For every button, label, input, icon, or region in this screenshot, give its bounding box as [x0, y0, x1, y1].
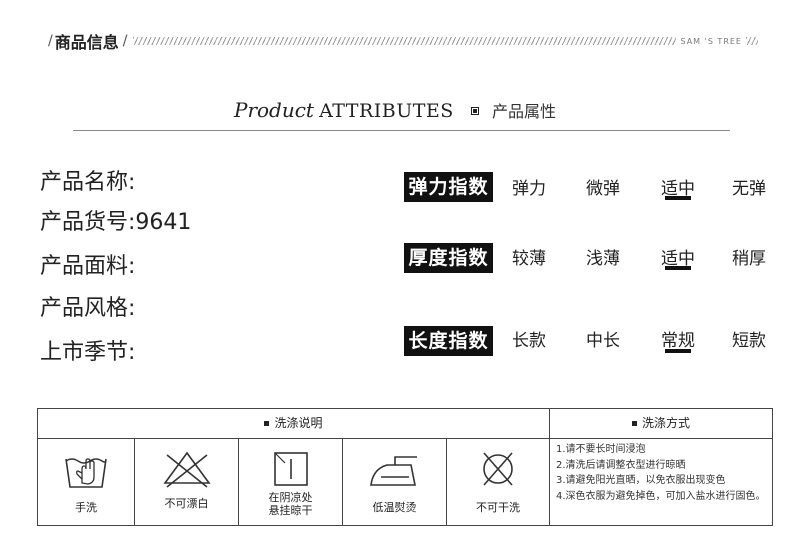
hand-wash-label: 手洗 — [75, 501, 97, 514]
low-iron-icon — [369, 456, 417, 486]
length-option-selected: 常规 — [661, 331, 695, 351]
section-title-caps: ATTRIBUTES — [319, 100, 454, 122]
care-icons-header: 洗涤说明 — [38, 409, 549, 438]
care-icons-header-text: 洗涤说明 — [274, 416, 323, 430]
care-cell-no-bleach: 不可漂白 — [135, 439, 238, 526]
info-fabric-label: 产品面料: — [40, 254, 136, 279]
care-cell-no-dry-clean: 不可干洗 — [447, 439, 549, 526]
elasticity-option: 弹力 — [512, 179, 546, 199]
no-dry-clean-label: 不可干洗 — [476, 501, 520, 514]
length-option: 短款 — [732, 331, 766, 351]
no-dry-clean-icon — [483, 452, 513, 486]
thickness-option: 稍厚 — [732, 249, 766, 269]
section-title-italic: Product — [233, 98, 314, 122]
square-bullet-icon — [470, 107, 479, 115]
info-name-label: 产品名称: — [40, 170, 136, 195]
info-style: 产品风格: — [40, 290, 135, 322]
care-table: 洗涤说明 洗涤方式 手洗 不可漂白 在阴凉处 悬挂晾干 低温熨烫 不可干洗 1.… — [37, 408, 773, 526]
care-cell-hand-wash: 手洗 — [38, 439, 134, 526]
care-cell-shade-dry: 在阴凉处 悬挂晾干 — [239, 439, 342, 526]
no-bleach-label: 不可漂白 — [164, 497, 209, 510]
selected-indicator — [665, 349, 691, 353]
section-title: Product ATTRIBUTES 产品属性 — [0, 98, 790, 122]
length-option: 中长 — [586, 331, 620, 351]
care-method-header-text: 洗涤方式 — [641, 416, 690, 430]
care-method-header: 洗涤方式 — [550, 409, 772, 438]
hand-wash-icon — [65, 458, 107, 488]
info-style-label: 产品风格: — [40, 296, 136, 321]
shade-dry-label-1: 在阴凉处 — [268, 491, 313, 504]
elasticity-label: 弹力指数 — [404, 172, 493, 202]
slash-divider: / — [48, 33, 53, 49]
shade-hang-dry-icon — [273, 452, 308, 486]
header-strip: / 商品信息 / SAM 'S TREE — [48, 30, 758, 52]
brand-name: SAM 'S TREE — [680, 36, 742, 46]
hatch-decoration — [746, 37, 758, 45]
info-sku-value: 9641 — [135, 210, 192, 235]
care-cell-low-iron: 低温熨烫 — [343, 439, 446, 526]
info-sku-label: 产品货号: — [40, 210, 136, 235]
info-fabric: 产品面料: — [40, 248, 135, 280]
length-label: 长度指数 — [404, 326, 493, 356]
length-option: 长款 — [512, 331, 546, 351]
info-sku: 产品货号:9641 — [40, 204, 191, 236]
shade-dry-label-2: 悬挂晾干 — [268, 504, 313, 517]
elasticity-option: 微弹 — [586, 179, 620, 199]
care-tips: 1.请不要长时间浸泡 2.清洗后请调整衣型进行晾晒 3.请避免阳光直晒，以免衣服… — [556, 442, 772, 504]
elasticity-option: 无弹 — [732, 179, 766, 199]
low-iron-label: 低温熨烫 — [372, 501, 417, 514]
care-tip: 1.请不要长时间浸泡 — [556, 444, 646, 455]
section-title-cn: 产品属性 — [491, 102, 556, 121]
hatch-decoration — [133, 37, 677, 45]
selected-indicator — [665, 196, 691, 200]
header-title: 商品信息 — [54, 33, 119, 52]
care-tip: 2.清洗后请调整衣型进行晾晒 — [556, 459, 686, 471]
care-tip: 3.请避免阳光直晒，以免衣服出现变色 — [556, 475, 726, 486]
thickness-label: 厚度指数 — [404, 243, 493, 273]
info-name: 产品名称: — [40, 164, 135, 196]
bullet-icon — [264, 421, 270, 426]
care-tip: 4.深色衣服为避免掉色，可加入盐水进行固色。 — [556, 490, 766, 502]
thickness-option: 浅薄 — [586, 249, 620, 269]
bullet-icon — [631, 421, 637, 426]
section-divider — [73, 130, 730, 131]
no-bleach-icon — [162, 451, 211, 488]
info-season-label: 上市季节: — [40, 340, 136, 365]
thickness-option: 较薄 — [512, 249, 546, 269]
selected-indicator — [665, 266, 691, 270]
info-season: 上市季节: — [40, 334, 135, 366]
slash-divider: / — [122, 33, 128, 49]
